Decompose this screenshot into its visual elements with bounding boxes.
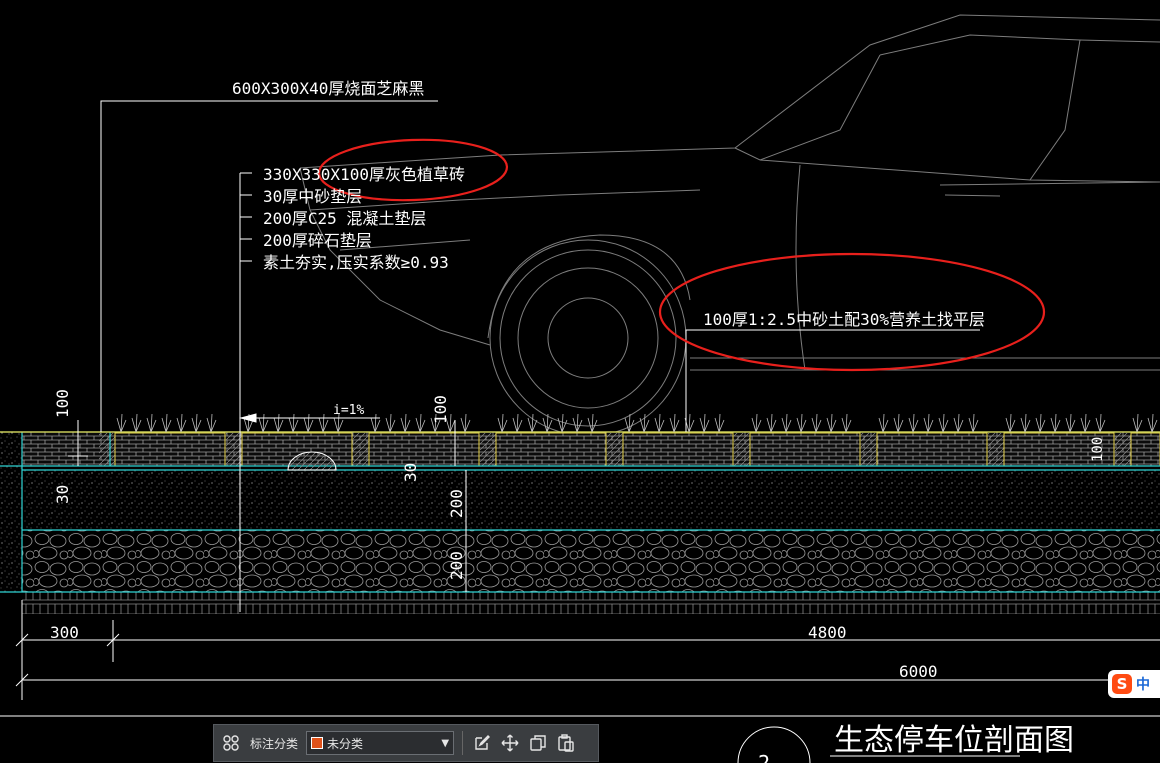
grass-tuft (1132, 413, 1158, 433)
title-number: 2 (758, 751, 770, 763)
dim-30-mid: 30 (401, 463, 420, 482)
copy-icon[interactable] (527, 732, 549, 754)
callout-top-label: 600X300X40厚烧面芝麻黑 (232, 79, 424, 98)
dim-200-a: 200 (447, 489, 466, 518)
paver-block (495, 432, 607, 467)
grass-tuft (116, 413, 217, 433)
grass-tuft (878, 413, 979, 433)
paver-block (749, 432, 861, 467)
soil-gap (861, 433, 877, 466)
soil-gap (99, 433, 115, 466)
callout-right-label: 100厚1:2.5中砂土配30%营养土找平层 (703, 310, 985, 329)
move-icon[interactable] (499, 732, 521, 754)
soil-gap (480, 433, 496, 466)
layer-label-2: 30厚中砂垫层 (263, 187, 362, 206)
soil-gap (607, 433, 623, 466)
category-selected-value: 未分类 (327, 736, 364, 751)
layer-label-4: 200厚碎石垫层 (263, 231, 372, 250)
paver-block (1130, 432, 1160, 467)
dim-6000: 6000 (899, 662, 938, 681)
paste-icon[interactable] (555, 732, 577, 754)
grass-tuft (624, 413, 725, 433)
soil-gap (353, 433, 369, 466)
dim-100-right: 100 (1090, 437, 1106, 462)
toolbar-divider (462, 731, 464, 755)
dim-100-mid: 100 (431, 395, 450, 424)
grass-tuft (497, 413, 598, 433)
drawing-title: 生态停车位剖面图 (834, 723, 1074, 758)
category-select[interactable]: 未分类 ▼ (306, 731, 455, 755)
dim-4800: 4800 (808, 623, 847, 642)
grid-icon[interactable] (220, 732, 242, 754)
paver-row (99, 432, 1160, 467)
edit-icon[interactable] (471, 732, 493, 754)
category-color-swatch (311, 737, 324, 749)
chevron-down-icon: ▼ (441, 737, 450, 749)
ime-indicator[interactable]: S 中 (1108, 670, 1160, 698)
sogou-icon: S (1112, 674, 1132, 694)
soil-gap (1115, 433, 1131, 466)
grass-tuft (751, 413, 852, 433)
cad-canvas[interactable]: 600X300X40厚烧面芝麻黑 330X330X100厚灰色植草砖 30厚中砂… (0, 0, 1160, 763)
soil-gap (734, 433, 750, 466)
layer-label-1: 330X330X100厚灰色植草砖 (263, 165, 465, 184)
annotation-toolbar: 标注分类 未分类 ▼ (213, 724, 599, 762)
dim-200-b: 200 (447, 551, 466, 580)
layer-label-5: 素土夯实,压实系数≥0.93 (263, 253, 449, 272)
paver-block (622, 432, 734, 467)
grass-tuft (1005, 413, 1106, 433)
paver-block (876, 432, 988, 467)
slope-label: i=1% (333, 403, 364, 418)
paver-block (368, 432, 480, 467)
car-outline (299, 14, 1160, 437)
ime-mode-label: 中 (1136, 677, 1150, 693)
dim-30-left: 30 (53, 485, 72, 504)
category-label: 标注分类 (250, 736, 299, 751)
dim-100-left: 100 (53, 389, 72, 418)
paver-block (114, 432, 226, 467)
dim-300: 300 (50, 623, 79, 642)
layer-label-3: 200厚C25 混凝土垫层 (263, 209, 426, 228)
grass-tuft (243, 413, 344, 433)
soil-gap (988, 433, 1004, 466)
